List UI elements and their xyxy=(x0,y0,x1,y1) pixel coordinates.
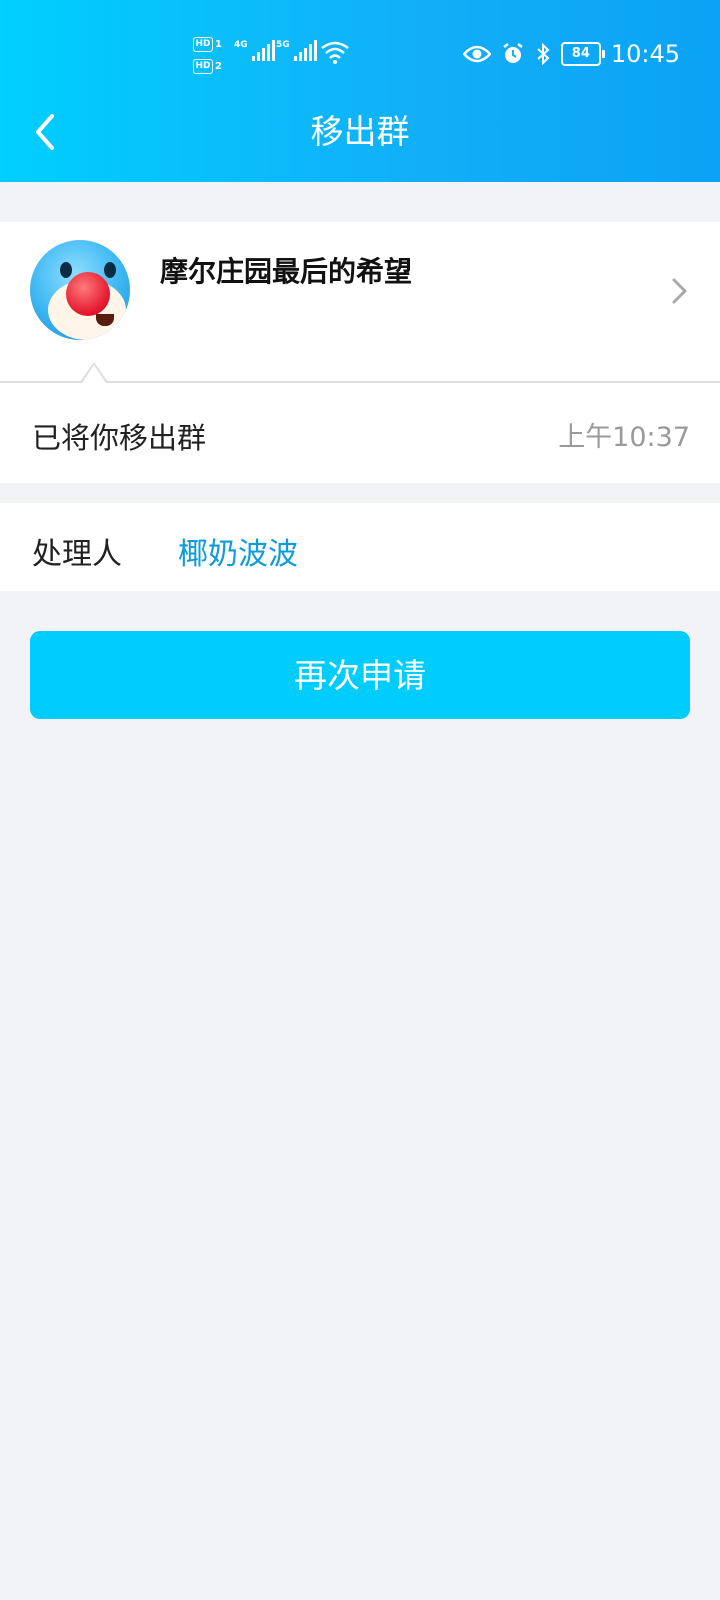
battery-indicator: 84 xyxy=(560,42,605,66)
alarm-icon xyxy=(503,43,523,63)
hd-label: HD xyxy=(193,58,213,74)
signal-icon: 4G xyxy=(234,40,275,61)
network-type-label: 5G xyxy=(276,40,290,50)
notification-time: 上午10:37 xyxy=(558,422,690,453)
bluetooth-icon xyxy=(537,42,550,66)
status-bar: HD 1 HD 2 4G 5G 84 10:45 xyxy=(0,22,720,86)
eye-icon xyxy=(462,45,491,63)
notification-row: 已将你移出群 上午10:37 xyxy=(0,383,720,483)
handler-name-link[interactable]: 椰奶波波 xyxy=(178,529,298,573)
wifi-icon xyxy=(321,41,349,64)
hd-indicator-2: HD 2 xyxy=(193,56,229,76)
chevron-right-icon xyxy=(672,278,687,304)
status-right: 84 10:45 xyxy=(462,40,680,68)
signal-icon: 5G xyxy=(276,40,317,61)
hd-indicators: HD 1 HD 2 xyxy=(193,34,229,78)
hd-indicator-1: HD 1 xyxy=(193,34,229,54)
header-bar: HD 1 HD 2 4G 5G 84 10:45 移出群 xyxy=(0,0,720,182)
notification-text: 已将你移出群 xyxy=(32,421,207,455)
group-card[interactable]: 摩尔庄园最后的希望 xyxy=(0,222,720,382)
hd-label: HD xyxy=(193,36,213,52)
hd-number: 2 xyxy=(215,60,222,72)
group-name: 摩尔庄园最后的希望 xyxy=(160,255,413,288)
avatar xyxy=(30,240,130,340)
status-time: 10:45 xyxy=(610,40,680,68)
handler-row: 处理人 椰奶波波 xyxy=(0,503,720,591)
network-type-label: 4G xyxy=(234,40,248,50)
handler-label: 处理人 xyxy=(32,537,122,572)
reapply-button[interactable]: 再次申请 xyxy=(30,631,690,719)
hd-number: 1 xyxy=(215,38,222,50)
page-title: 移出群 xyxy=(310,112,410,151)
